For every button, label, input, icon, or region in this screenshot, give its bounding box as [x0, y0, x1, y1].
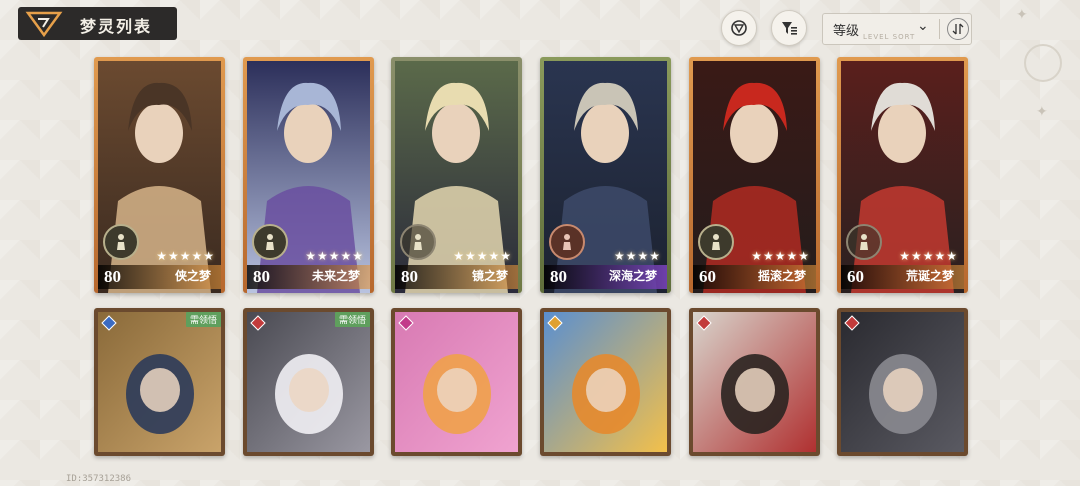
character-card[interactable]: [689, 308, 820, 456]
star-rating: ★★★★★: [751, 249, 810, 263]
character-card[interactable]: ★★★★ 80 深海之梦: [540, 57, 671, 293]
character-card[interactable]: ★★★★★ 80 未来之梦: [243, 57, 374, 293]
character-level: 60: [847, 267, 864, 286]
character-card[interactable]: 需领悟: [243, 308, 374, 456]
claim-required-tag: 需领悟: [334, 312, 370, 327]
character-level: 80: [253, 267, 270, 286]
star-rating: ★★★★★: [156, 249, 215, 263]
character-level: 80: [550, 267, 567, 286]
claim-required-tag: 需领悟: [185, 312, 221, 327]
decorative-sparkle-icon: ✦: [1016, 7, 1028, 23]
star-rating: ★★★★★: [453, 249, 512, 263]
character-level: 80: [401, 267, 418, 286]
rank-badge-icon: [252, 224, 288, 260]
decorative-sparkle-icon: ✦: [1036, 104, 1048, 120]
character-card[interactable]: 需领悟: [94, 308, 225, 456]
character-level: 60: [699, 267, 716, 286]
rank-badge-icon: [549, 224, 585, 260]
divider: [939, 19, 940, 39]
filter-button[interactable]: [771, 10, 807, 46]
decorative-ring: [1024, 44, 1062, 82]
star-rating: ★★★★★: [305, 249, 364, 263]
character-name: 镜之梦: [471, 269, 508, 283]
rank-badge-icon: [103, 224, 139, 260]
character-card[interactable]: ★★★★★ 60 荒诞之梦: [837, 57, 968, 293]
character-card[interactable]: [837, 308, 968, 456]
character-card[interactable]: ★★★★★ 80 侠之梦: [94, 57, 225, 293]
character-card[interactable]: ★★★★★ 80 镜之梦: [391, 57, 522, 293]
rank-badge-icon: [400, 224, 436, 260]
element-icon: [841, 312, 863, 334]
character-card[interactable]: ★★★★★ 60 摇滚之梦: [689, 57, 820, 293]
badge-filter-icon: [731, 20, 747, 36]
user-id: ID:357312386: [66, 474, 132, 484]
filter-icon: [782, 22, 797, 35]
element-icon: [693, 312, 715, 334]
rank-badge-icon: [846, 224, 882, 260]
character-card[interactable]: [540, 308, 671, 456]
page-title: 梦灵列表: [80, 17, 153, 36]
character-name: 未来之梦: [311, 269, 360, 283]
rank-badge-icon: [698, 224, 734, 260]
character-card[interactable]: [391, 308, 522, 456]
sort-order-button[interactable]: [947, 18, 969, 40]
sort-dropdown[interactable]: 等级 LEVEL SORT ⌄: [822, 13, 972, 45]
element-icon: [395, 312, 417, 334]
element-icon: [98, 312, 120, 334]
character-name: 深海之梦: [608, 269, 657, 283]
star-rating: ★★★★: [613, 249, 661, 263]
element-icon: [544, 312, 566, 334]
sort-order-icon: [952, 23, 964, 35]
character-level: 80: [104, 267, 121, 286]
character-name: 侠之梦: [174, 269, 211, 283]
chevron-down-icon: ⌄: [917, 18, 929, 34]
back-button[interactable]: [18, 7, 58, 41]
star-rating: ★★★★★: [899, 249, 958, 263]
badge-filter-button[interactable]: [721, 10, 757, 46]
element-icon: [247, 312, 269, 334]
sort-subtitle: LEVEL SORT: [863, 33, 916, 41]
character-name: 荒诞之梦: [905, 269, 954, 283]
sort-label: 等级: [833, 24, 860, 39]
character-name: 摇滚之梦: [757, 269, 806, 283]
